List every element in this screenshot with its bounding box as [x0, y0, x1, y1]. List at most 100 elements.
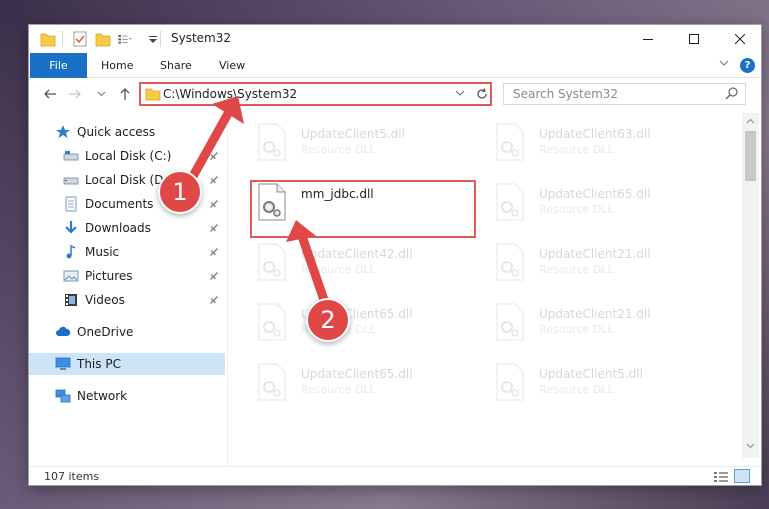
file-type: Resource DLL: [301, 263, 376, 276]
properties-icon[interactable]: [72, 30, 88, 48]
toolbar-separator: [62, 31, 63, 47]
sidebar-item-pictures[interactable]: Pictures: [63, 265, 133, 287]
sidebar-item-label: Pictures: [85, 269, 133, 283]
file-type: Resource DLL: [539, 143, 614, 156]
dll-file-icon: [496, 363, 524, 401]
tab-view[interactable]: View: [219, 53, 245, 78]
file-type: Resource DLL: [539, 323, 614, 336]
search-box[interactable]: Search System32: [503, 83, 746, 105]
sidebar-item-network[interactable]: Network: [55, 385, 127, 407]
file-name: UpdateClient63.dll: [539, 127, 651, 141]
sidebar-item-label: Network: [77, 389, 128, 403]
navigation-bar: C:\Windows\System32 Search System32: [29, 79, 761, 111]
dll-file-icon: [258, 303, 286, 341]
sidebar-item-local-disk-c[interactable]: Local Disk (C:): [63, 145, 171, 167]
file-item[interactable]: UpdateClient5.dll Resource DLL: [245, 117, 465, 169]
file-name: UpdateClient21.dll: [539, 247, 651, 261]
folder-icon: [145, 88, 161, 101]
file-list: UpdateClient5.dll Resource DLL mm_jdbc.d…: [235, 113, 743, 466]
file-highlight-box: [250, 180, 476, 238]
file-item[interactable]: UpdateClient65.dll Resource DLL: [483, 177, 703, 229]
sidebar-item-label: Downloads: [85, 221, 151, 235]
forward-arrow-icon[interactable]: [68, 87, 82, 101]
file-item[interactable]: UpdateClient65.dll Resource DLL: [245, 297, 465, 349]
sidebar-item-quick-access[interactable]: Quick access: [55, 121, 155, 143]
search-icon[interactable]: [725, 86, 739, 100]
sidebar-item-label: Quick access: [77, 125, 156, 139]
file-item[interactable]: UpdateClient21.dll Resource DLL: [483, 237, 703, 289]
cloud-icon: [56, 326, 71, 336]
scrollbar-thumb[interactable]: [745, 131, 756, 181]
file-item[interactable]: UpdateClient5.dll Resource DLL: [483, 357, 703, 409]
pin-icon[interactable]: [207, 149, 221, 163]
sidebar-item-label: Local Disk (C:): [85, 149, 172, 163]
sidebar-item-label: Documents: [85, 197, 154, 211]
back-arrow-icon[interactable]: [43, 87, 57, 101]
new-folder-icon[interactable]: [95, 30, 111, 48]
toolbar-separator: [160, 31, 161, 47]
maximize-button[interactable]: [671, 25, 717, 53]
sidebar-item-downloads[interactable]: Downloads: [63, 217, 151, 239]
minimize-button[interactable]: [625, 25, 671, 53]
file-name: UpdateClient5.dll: [301, 127, 405, 141]
file-type: Resource DLL: [301, 143, 376, 156]
customize-toolbar-icon[interactable]: [145, 30, 161, 48]
pin-icon[interactable]: [207, 197, 221, 211]
scroll-up-icon[interactable]: [746, 117, 755, 126]
computer-icon: [55, 357, 71, 370]
file-type: Resource DLL: [539, 383, 614, 396]
pin-icon[interactable]: [207, 173, 221, 187]
chevron-down-icon[interactable]: [455, 88, 465, 98]
pin-icon[interactable]: [207, 221, 221, 235]
file-item[interactable]: UpdateClient65.dll Resource DLL: [245, 357, 465, 409]
expand-ribbon-icon[interactable]: [719, 58, 729, 68]
network-icon: [55, 389, 71, 403]
file-item[interactable]: UpdateClient21.dll Resource DLL: [483, 297, 703, 349]
file-name: UpdateClient65.dll: [301, 367, 413, 381]
file-name: UpdateClient21.dll: [539, 307, 651, 321]
sidebar-item-onedrive[interactable]: OneDrive: [55, 321, 133, 343]
navigation-pane: Quick access Local Disk (C:) Local Disk …: [29, 117, 225, 467]
view-options-icon[interactable]: [117, 30, 133, 48]
sidebar-item-music[interactable]: Music: [63, 241, 119, 263]
title-bar: System32: [29, 25, 761, 53]
refresh-icon[interactable]: [475, 85, 489, 103]
folder-icon[interactable]: [40, 30, 56, 48]
tab-home[interactable]: Home: [101, 53, 133, 78]
tiles-view-icon[interactable]: [734, 469, 750, 483]
tab-file[interactable]: File: [30, 53, 87, 78]
ribbon-tabs: File Home Share View ?: [29, 53, 761, 78]
file-name: UpdateClient5.dll: [539, 367, 643, 381]
sidebar-item-label: This PC: [77, 357, 121, 371]
picture-icon: [63, 270, 79, 282]
recent-locations-icon[interactable]: [97, 89, 106, 98]
pane-divider[interactable]: [227, 117, 228, 467]
address-bar[interactable]: C:\Windows\System32: [139, 82, 492, 106]
file-item[interactable]: UpdateClient63.dll Resource DLL: [483, 117, 703, 169]
tab-share[interactable]: Share: [160, 53, 192, 78]
maximize-icon: [689, 34, 699, 44]
pin-icon[interactable]: [207, 269, 221, 283]
file-name: UpdateClient42.dll: [301, 247, 413, 261]
scroll-down-icon[interactable]: [746, 441, 755, 450]
dll-file-icon: [258, 363, 286, 401]
file-item[interactable]: UpdateClient42.dll Resource DLL: [245, 237, 465, 289]
sidebar-item-label: OneDrive: [77, 325, 134, 339]
sidebar-item-this-pc[interactable]: This PC: [55, 353, 121, 375]
sidebar-item-videos[interactable]: Videos: [63, 289, 125, 311]
sidebar-item-documents[interactable]: Documents: [63, 193, 153, 215]
drive-icon: [63, 151, 79, 161]
close-button[interactable]: [717, 25, 763, 53]
video-icon: [65, 294, 77, 306]
up-arrow-icon[interactable]: [118, 87, 132, 101]
status-bar: 107 items: [29, 466, 761, 486]
vertical-scrollbar[interactable]: [742, 113, 759, 458]
help-button[interactable]: ?: [740, 58, 755, 73]
download-icon: [65, 221, 77, 234]
step-1-badge: 1: [158, 170, 202, 214]
pin-icon[interactable]: [207, 293, 221, 307]
search-input[interactable]: Search System32: [513, 87, 618, 101]
pin-icon[interactable]: [207, 245, 221, 259]
details-view-icon[interactable]: [713, 470, 729, 484]
sidebar-item-local-disk-d[interactable]: Local Disk (D:): [63, 169, 172, 191]
